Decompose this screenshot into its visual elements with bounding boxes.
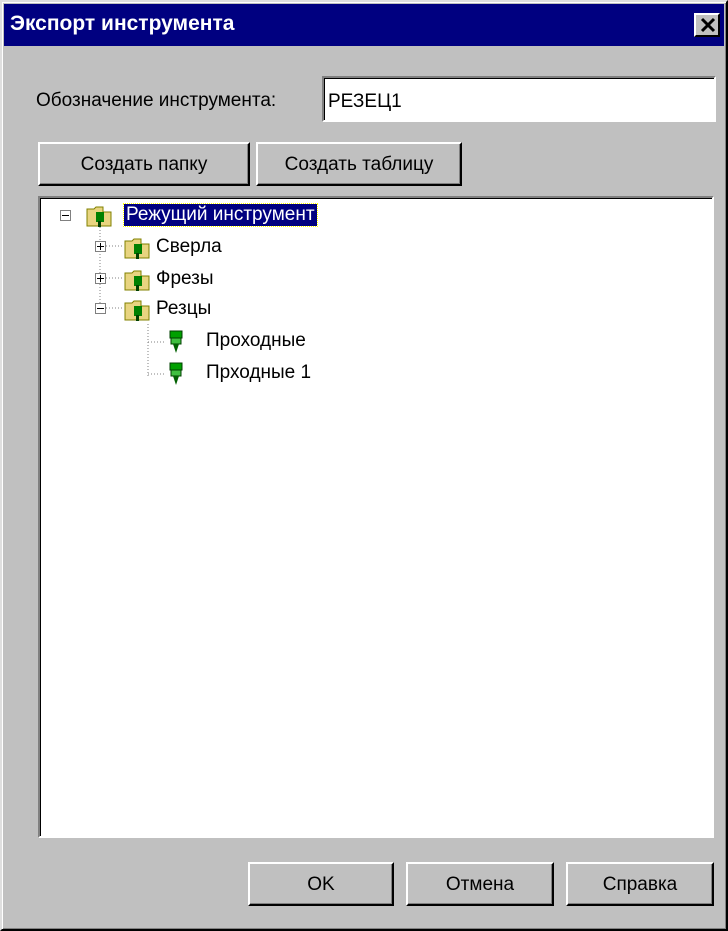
tree-node-mills[interactable]: Фрезы: [154, 268, 216, 290]
tree-expand-toggle[interactable]: [95, 241, 106, 252]
minus-icon: [97, 308, 104, 309]
tree-collapse-toggle[interactable]: [60, 210, 71, 221]
ok-button[interactable]: OK: [248, 862, 394, 906]
tree-collapse-toggle[interactable]: [95, 303, 106, 314]
folder-icon: [124, 298, 150, 327]
cancel-button[interactable]: Отмена: [406, 862, 554, 906]
close-icon: [700, 17, 716, 33]
create-table-button[interactable]: Создать таблицу: [256, 142, 462, 186]
plus-icon: [97, 275, 104, 282]
folder-icon: [124, 268, 150, 297]
minus-icon: [62, 215, 69, 216]
designation-input[interactable]: [322, 76, 716, 122]
tree-node-through-cutter[interactable]: Проходные: [204, 330, 308, 352]
help-button[interactable]: Справка: [566, 862, 714, 906]
tree-node-cutters[interactable]: Резцы: [154, 298, 213, 320]
close-button[interactable]: [694, 13, 720, 37]
create-folder-button[interactable]: Создать папку: [38, 142, 250, 186]
title-bar[interactable]: Экспорт инструмента: [4, 4, 724, 46]
plus-icon: [97, 243, 104, 250]
cutter-tool-icon: [168, 362, 184, 391]
tree-expand-toggle[interactable]: [95, 273, 106, 284]
tree-node-cutting-tools[interactable]: Режущий инструмент: [123, 203, 318, 227]
tree-node-drills[interactable]: Сверла: [154, 236, 224, 258]
tree-node-through-cutter-1[interactable]: Прходные 1: [204, 362, 313, 384]
tool-tree[interactable]: Режущий инструмент Сверла Фрезы Резцы Пр…: [38, 196, 714, 838]
dialog-title: Экспорт инструмента: [10, 12, 235, 35]
export-tool-dialog: Экспорт инструмента Обозначение инструме…: [0, 0, 728, 931]
folder-icon: [86, 204, 112, 233]
designation-label: Обозначение инструмента:: [36, 90, 277, 111]
folder-icon: [124, 236, 150, 265]
cutter-tool-icon: [168, 330, 184, 359]
